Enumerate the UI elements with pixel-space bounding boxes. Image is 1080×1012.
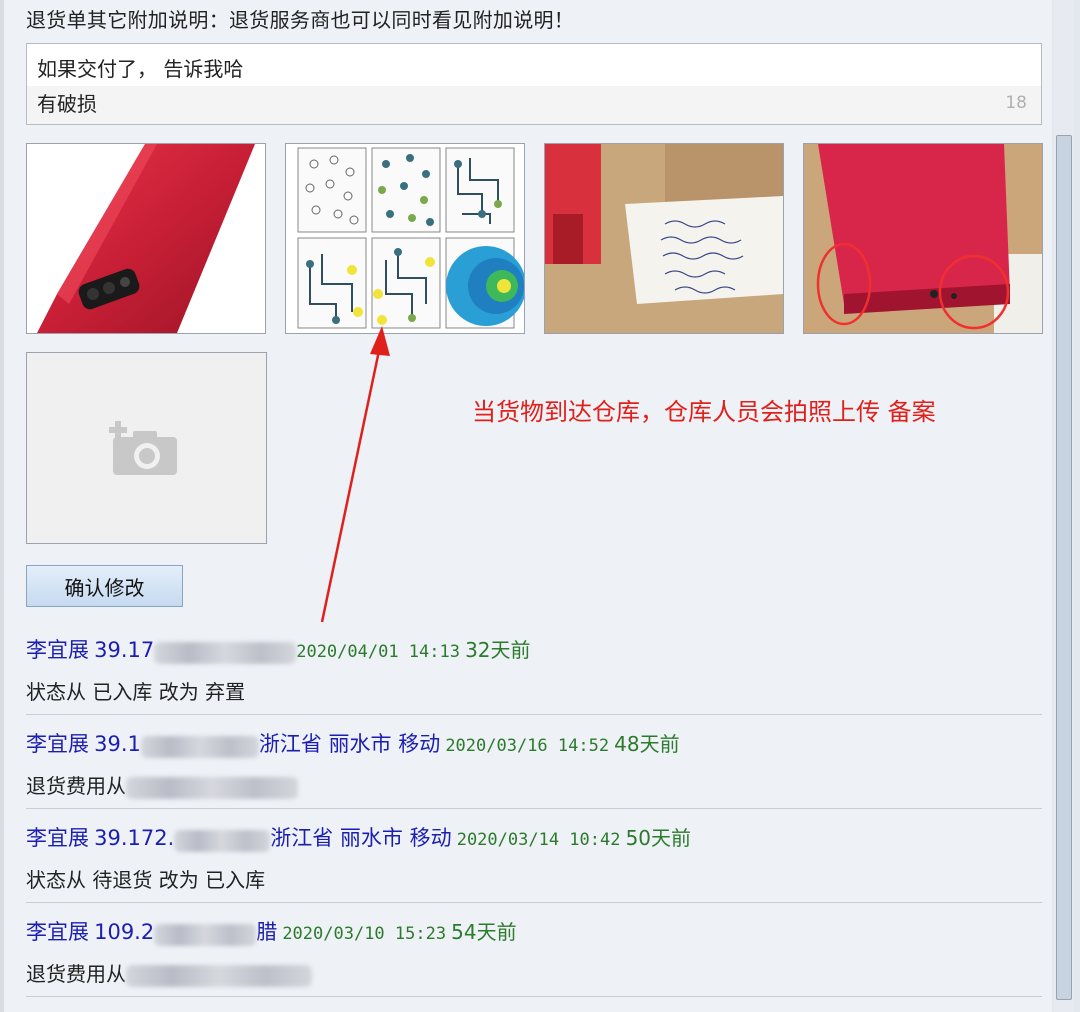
log-body: 退货费用从 [26,770,298,799]
scrollbar-thumb[interactable] [1056,135,1072,1000]
log-header: 李宜展 39.172. 浙江省 丽水市 移动 2020/03/14 10:42 5… [26,822,691,852]
page-title: 退货单其它附加说明：退货服务商也可以同时看见附加说明！ [26,8,575,32]
log-ago: 54天前 [451,920,517,944]
log-user-link[interactable]: 李宜展 [26,920,89,944]
log-location: 浙江省 丽水市 移动 [258,732,441,756]
log-user-link[interactable]: 李宜展 [26,826,89,850]
photo-thumbnail-1[interactable] [26,143,266,334]
log-ago: 48天前 [614,732,680,756]
log-body: 状态从 已入库 改为 弃置 [26,680,246,704]
redacted-value-blur [126,776,298,799]
log-header: 李宜展 39.17 2020/04/01 14:13 32天前 [26,634,531,664]
log-body: 状态从 待退货 改为 已入库 [26,868,266,892]
log-header: 李宜展 39.1 浙江省 丽水市 移动 2020/03/16 14:52 48天前 [26,728,680,758]
log-divider [26,808,1042,809]
redacted-ip-blur [174,829,271,852]
add-photo-button[interactable] [26,352,267,544]
log-body-text: 退货费用从 [26,774,126,798]
annotation-arrow-icon [320,326,390,623]
redacted-ip-blur [154,641,297,664]
log-user-link[interactable]: 李宜展 [26,732,89,756]
photo-thumbnail-4[interactable] [803,143,1043,334]
vertical-scrollbar[interactable] [1052,0,1080,1012]
log-body-text: 退货费用从 [26,962,126,986]
log-body: 退货费用从 [26,958,312,987]
log-time: 2020/04/01 14:13 [296,642,460,662]
redacted-ip-blur [140,735,259,758]
note-line-1: 如果交付了， 告诉我哈 [37,57,244,81]
window-left-edge [0,0,4,1012]
log-location: 浙江省 丽水市 移动 [270,826,452,850]
package-label-image [545,144,783,333]
photo-thumbnail-3[interactable] [544,143,784,334]
camera-plus-icon [109,421,177,475]
log-location: 腊 [256,920,278,944]
note-line-2: 有破损 [37,92,97,116]
redacted-value-blur [126,964,312,987]
log-divider [26,902,1042,903]
log-time: 2020/03/10 15:23 [282,924,447,944]
red-phone-case-image [27,144,265,333]
additional-note-textarea[interactable]: 如果交付了， 告诉我哈 有破损 18 [26,43,1042,125]
photo-thumbnail-2[interactable] [285,143,525,334]
log-header: 李宜展 109.2 腊 2020/03/10 15:23 54天前 [26,916,517,946]
log-ago: 50天前 [625,826,692,850]
note-char-counter: 18 [1005,93,1027,113]
log-ip: 109.2 [94,920,155,944]
log-divider [26,714,1042,715]
log-divider [26,996,1042,997]
log-time: 2020/03/16 14:52 [445,736,610,756]
log-user-link[interactable]: 李宜展 [26,638,89,662]
annotation-text: 当货物到达仓库，仓库人员会拍照上传 备案 [472,398,936,426]
log-ip: 39.1 [94,732,141,756]
redacted-ip-blur [154,923,257,946]
damaged-case-image [804,144,1042,333]
log-ago: 32天前 [465,638,531,662]
confirm-edit-button[interactable]: 确认修改 [26,565,183,607]
log-ip: 39.17 [94,638,155,662]
log-ip: 39.172. [94,826,175,850]
dot-grid-diagram-image [286,144,524,333]
log-time: 2020/03/14 10:42 [456,830,621,850]
